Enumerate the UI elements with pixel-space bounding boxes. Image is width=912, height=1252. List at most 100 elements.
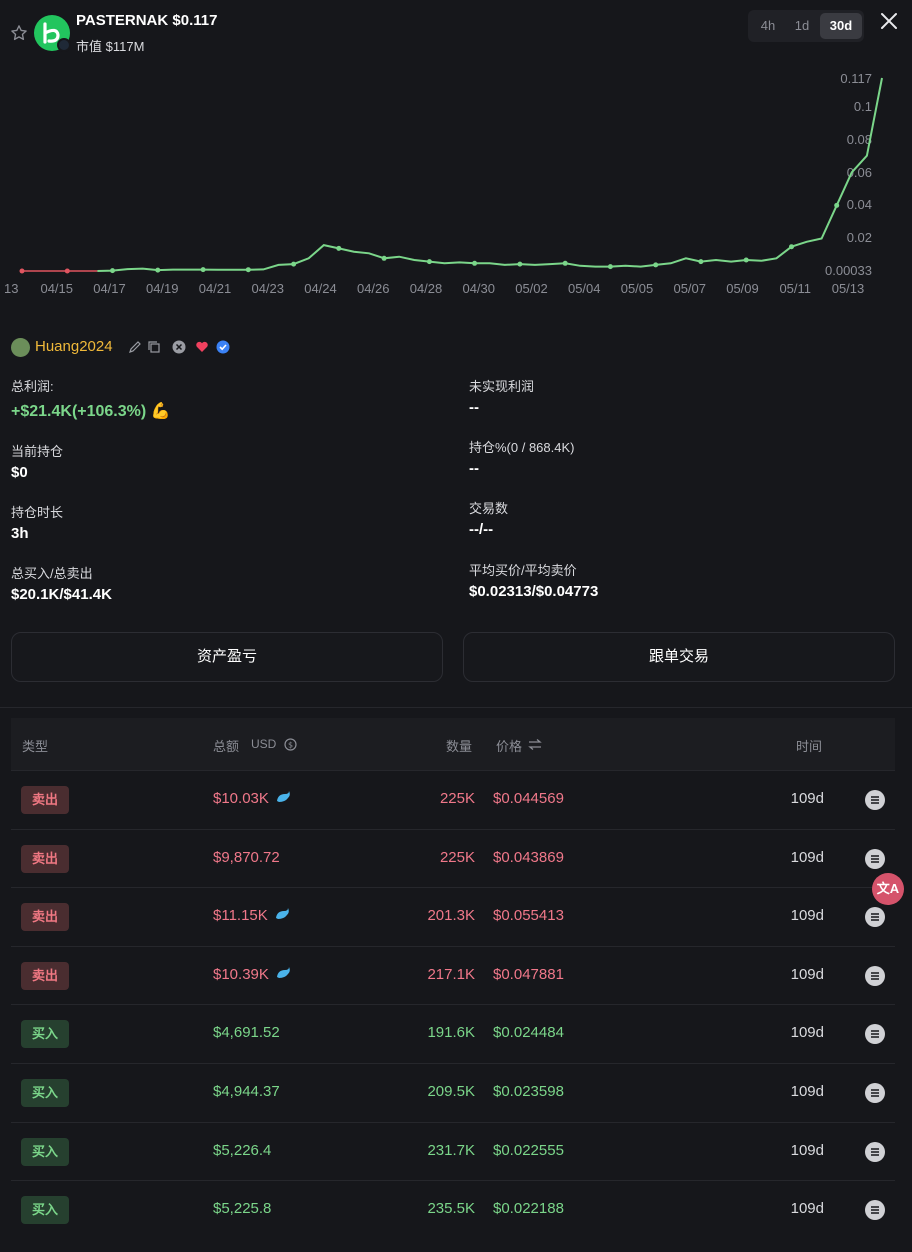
trade-type-badge: 买入 — [21, 1196, 69, 1225]
trade-marker[interactable] — [607, 264, 613, 270]
unrealized-profit-label: 未实现利润 — [469, 379, 535, 394]
unrealized-profit-value: -- — [469, 399, 479, 416]
holding-duration-value: 3h — [11, 525, 29, 542]
solscan-link-icon[interactable] — [865, 1141, 885, 1162]
market-cap: 市值 $117M — [76, 39, 145, 54]
avg-price-label: 平均买价/平均卖价 — [469, 563, 577, 578]
trade-marker[interactable] — [653, 262, 659, 268]
solscan-link-icon[interactable] — [865, 907, 885, 928]
trade-amount: $4,691.52 — [213, 1024, 280, 1042]
trade-marker[interactable] — [698, 259, 704, 265]
x-tick-label: 13 — [4, 281, 18, 296]
current-position-label: 当前持仓 — [11, 444, 64, 459]
trade-price: $0.044569 — [493, 790, 564, 807]
x-tick-label: 04/19 — [146, 281, 179, 296]
trade-amount: $11.15K — [213, 907, 268, 925]
trade-marker[interactable] — [245, 267, 251, 273]
x-social-icon[interactable] — [172, 340, 186, 354]
timeframe-30d[interactable]: 30d — [820, 13, 862, 39]
timeframe-1d[interactable]: 1d — [786, 13, 818, 39]
trade-time: 109d — [790, 1141, 824, 1159]
trade-marker[interactable] — [64, 268, 70, 274]
trade-marker[interactable] — [743, 257, 749, 263]
x-tick-label: 05/07 — [673, 281, 706, 296]
trade-marker[interactable] — [291, 261, 297, 267]
swap-icon[interactable] — [527, 738, 543, 751]
copy-icon[interactable] — [147, 340, 161, 354]
table-row[interactable]: 卖出 $11.15K 201.3K $0.055413 109d — [11, 887, 895, 945]
trade-time: 109d — [790, 1200, 824, 1218]
table-row[interactable]: 卖出 $10.03K 225K $0.044569 109d — [11, 770, 895, 828]
table-row[interactable]: 买入 $5,225.8 235.5K $0.022188 109d — [11, 1180, 895, 1238]
avatar — [11, 338, 30, 357]
table-row[interactable]: 买入 $4,691.52 191.6K $0.024484 109d — [11, 1004, 895, 1062]
trade-amount: $10.03K — [213, 790, 269, 807]
heart-icon[interactable] — [195, 340, 209, 354]
edit-icon[interactable] — [128, 340, 142, 354]
trade-time: 109d — [790, 965, 824, 983]
table-row[interactable]: 买入 $4,944.37 209.5K $0.023598 109d — [11, 1063, 895, 1121]
trade-price: $0.043869 — [493, 848, 564, 866]
trade-price: $0.023598 — [493, 1083, 564, 1100]
table-row[interactable]: 卖出 $10.39K 217.1K $0.047881 109d — [11, 945, 895, 1004]
section-divider — [0, 707, 912, 708]
price-chart[interactable]: 0.1170.10.080.060.040.020.0003313 04/15 04… — [0, 60, 912, 310]
current-position-value: $0 — [11, 464, 28, 481]
trade-time: 109d — [790, 848, 824, 866]
header-time[interactable]: 时间 — [796, 736, 822, 755]
whale-icon — [277, 966, 290, 978]
trade-qty: 191.6K — [427, 1024, 475, 1042]
header-amount[interactable]: 总额 — [213, 736, 239, 755]
trade-marker[interactable] — [19, 268, 25, 274]
trade-time: 109d — [790, 907, 824, 925]
solscan-link-icon[interactable] — [865, 1083, 885, 1103]
trade-price: $0.022188 — [493, 1200, 564, 1218]
trade-count-label: 交易数 — [469, 501, 509, 516]
trade-marker[interactable] — [517, 261, 523, 267]
timeframe-4h[interactable]: 4h — [752, 13, 784, 39]
trade-marker[interactable] — [336, 245, 342, 251]
table-row[interactable]: 卖出 $9,870.72 225K $0.043869 109d — [11, 828, 895, 887]
trade-marker[interactable] — [381, 255, 387, 261]
trade-marker[interactable] — [562, 260, 568, 266]
header-qty[interactable]: 数量 — [446, 736, 472, 755]
solscan-link-icon[interactable] — [865, 1200, 885, 1221]
solscan-link-icon[interactable] — [865, 848, 885, 869]
trade-type-badge: 买入 — [21, 1020, 69, 1049]
asset-pnl-button[interactable]: 资产盈亏 — [11, 632, 443, 682]
solscan-link-icon[interactable] — [865, 790, 885, 810]
y-tick-label: 0.00033 — [825, 263, 872, 278]
table-row[interactable]: 买入 $5,226.4 231.7K $0.022555 109d — [11, 1121, 895, 1180]
header-currency[interactable]: USD — [251, 737, 276, 751]
trade-marker[interactable] — [834, 202, 840, 208]
y-tick-label: 0.02 — [847, 230, 872, 245]
trade-time: 109d — [790, 790, 824, 807]
position-pct-value: -- — [469, 460, 479, 477]
trade-price: $0.055413 — [493, 907, 564, 925]
currency-switch-icon[interactable]: $ — [284, 738, 297, 751]
username[interactable]: Huang2024 — [35, 338, 113, 355]
trade-marker[interactable] — [789, 244, 794, 250]
trade-amount: $5,225.8 — [213, 1200, 272, 1218]
x-tick-label: 04/15 — [40, 281, 73, 296]
trade-marker[interactable] — [200, 267, 206, 273]
y-tick-label: 0.117 — [840, 71, 872, 86]
header-type[interactable]: 类型 — [22, 736, 48, 755]
trade-qty: 225K — [439, 790, 475, 807]
trade-marker[interactable] — [426, 259, 432, 265]
translate-icon[interactable]: 文A — [872, 873, 904, 905]
trade-type-badge: 买入 — [21, 1079, 69, 1107]
solscan-link-icon[interactable] — [865, 1024, 885, 1045]
holding-duration-label: 持仓时长 — [11, 505, 64, 520]
solscan-link-icon[interactable] — [865, 965, 885, 986]
header-price[interactable]: 价格 — [496, 736, 522, 755]
trade-marker[interactable] — [155, 267, 161, 273]
solana-chain-icon — [57, 38, 71, 52]
close-icon[interactable] — [880, 12, 898, 30]
trade-marker[interactable] — [472, 260, 478, 266]
x-tick-label: 05/04 — [568, 281, 601, 296]
trade-marker[interactable] — [110, 268, 115, 274]
trade-type-badge: 卖出 — [21, 786, 69, 814]
copy-trade-button[interactable]: 跟单交易 — [463, 632, 895, 682]
favorite-star-icon[interactable] — [10, 24, 28, 42]
